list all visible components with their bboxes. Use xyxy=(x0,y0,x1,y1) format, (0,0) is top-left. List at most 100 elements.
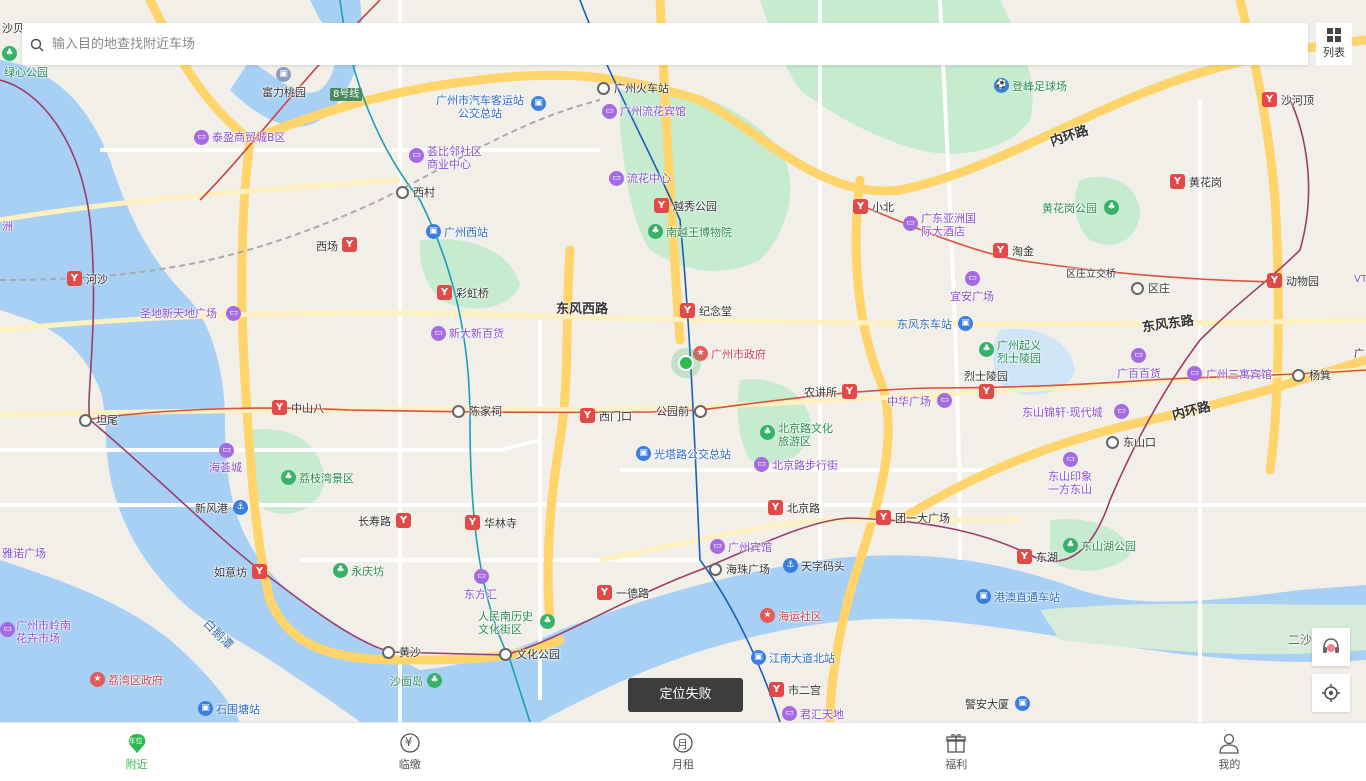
station-lieshilingyuan[interactable]: 烈士陵园 xyxy=(964,370,1008,383)
bus-station-icon[interactable]: ▣ xyxy=(531,96,546,111)
poi-liuhua-zhongxin[interactable]: 流花中心 xyxy=(627,172,671,185)
station-tanwei[interactable]: 坦尾 xyxy=(96,414,118,427)
tab-profile[interactable]: 我的 xyxy=(1093,723,1366,781)
poi-shamian[interactable]: 沙面岛 xyxy=(390,675,423,688)
metro-station-icon[interactable]: Y xyxy=(252,564,267,579)
metro-station-icon[interactable]: Y xyxy=(979,384,994,399)
train-station-icon[interactable]: ▣ xyxy=(426,224,441,239)
station-gongyuanqian[interactable]: 公园前 xyxy=(656,405,689,418)
metro-station-icon[interactable]: Y xyxy=(67,271,82,286)
poi-fuli-taoyuan[interactable]: 富力桃园 xyxy=(262,86,306,99)
poi-taiying[interactable]: 泰盈商贸城B区 xyxy=(212,131,286,144)
shopping-icon[interactable]: ▭ xyxy=(219,443,234,458)
metro-station-icon[interactable]: Y xyxy=(876,510,891,525)
shopping-icon[interactable]: ▭ xyxy=(1114,404,1129,419)
locate-button[interactable] xyxy=(1312,674,1350,712)
station-yangji[interactable]: 杨箕 xyxy=(1309,369,1331,382)
station-quzhuang[interactable]: 区庄 xyxy=(1148,282,1170,295)
metro-station-icon[interactable]: Y xyxy=(597,585,612,600)
transfer-station-icon[interactable] xyxy=(597,82,610,95)
poi-yian-guangchang[interactable]: 宜安广场 xyxy=(950,290,994,303)
metro-station-icon[interactable]: Y xyxy=(993,243,1008,258)
park-icon[interactable]: ♣ xyxy=(1104,200,1119,215)
transfer-station-icon[interactable] xyxy=(1131,282,1144,295)
transfer-station-icon[interactable] xyxy=(1292,369,1305,382)
hotel-icon[interactable]: ▭ xyxy=(1187,366,1202,381)
poi-liwan-zhengfu[interactable]: 荔湾区政府 xyxy=(108,674,163,687)
poi-huibilin[interactable]: 荟比邻社区商业中心 xyxy=(427,145,487,171)
poi-sanyu-binguan[interactable]: 广州三寓宾馆 xyxy=(1206,368,1272,381)
park-icon[interactable]: ♣ xyxy=(540,614,555,629)
search-input[interactable] xyxy=(50,35,1254,53)
station-guangzhou-huochezhan[interactable]: 广州火车站 xyxy=(614,82,669,95)
building-icon[interactable]: ▣ xyxy=(1015,696,1030,711)
bus-station-icon[interactable]: ▣ xyxy=(636,446,651,461)
metro-station-icon[interactable]: Y xyxy=(1170,174,1185,189)
poi-qiche-keyunzhan[interactable]: 广州市汽车客运站公交总站 xyxy=(432,94,528,120)
station-hualinsi[interactable]: 华林寺 xyxy=(484,517,517,530)
poi-zhonghua-guangchang[interactable]: 中华广场 xyxy=(887,395,931,408)
poi-guangzhou-binguan[interactable]: 广州宾馆 xyxy=(728,541,772,554)
poi-xinfenggang[interactable]: 新风港 xyxy=(195,502,228,515)
hotel-icon[interactable]: ▭ xyxy=(903,216,918,231)
poi-xindaxin[interactable]: 新大新百货 xyxy=(449,327,504,340)
transfer-station-icon[interactable] xyxy=(452,405,465,418)
bus-station-icon[interactable]: ▣ xyxy=(958,316,973,331)
poi-guangbai[interactable]: 广百百货 xyxy=(1117,367,1161,380)
metro-station-icon[interactable]: Y xyxy=(842,384,857,399)
list-view-button[interactable]: 列表 xyxy=(1316,23,1352,65)
government-icon[interactable]: ★ xyxy=(90,672,105,687)
ferry-icon[interactable]: ⚓ xyxy=(233,500,248,515)
metro-station-icon[interactable]: Y xyxy=(853,199,868,214)
station-xicun[interactable]: 西村 xyxy=(413,186,435,199)
poi-guangtalu[interactable]: 光塔路公交总站 xyxy=(654,448,731,461)
community-icon[interactable]: ★ xyxy=(760,608,775,623)
shopping-icon[interactable]: ▭ xyxy=(474,569,489,584)
tab-benefits[interactable]: 福利 xyxy=(820,723,1093,781)
poi-liuhua-binguan[interactable]: 广州流花宾馆 xyxy=(620,105,686,118)
metro-station-icon[interactable]: Y xyxy=(580,408,595,423)
poi-shengdi[interactable]: 圣地新天地广场 xyxy=(140,307,217,320)
park-icon[interactable]: ♣ xyxy=(760,425,775,440)
shopping-icon[interactable]: ▭ xyxy=(754,457,769,472)
station-nongjiangsuo[interactable]: 农讲所 xyxy=(804,386,837,399)
station-donghu[interactable]: 东湖 xyxy=(1036,551,1058,564)
station-yuexiu-gongyuan[interactable]: 越秀公园 xyxy=(673,200,717,213)
station-shiergong[interactable]: 市二宫 xyxy=(788,684,821,697)
station-taojin[interactable]: 淘金 xyxy=(1012,245,1034,258)
transfer-station-icon[interactable] xyxy=(382,646,395,659)
poi-jingan-dasha[interactable]: 警安大厦 xyxy=(965,698,1009,711)
shopping-icon[interactable]: ▭ xyxy=(937,393,952,408)
poi-huanghuagang-gongyuan[interactable]: 黄花岗公园 xyxy=(1042,202,1097,215)
shopping-icon[interactable]: ▭ xyxy=(1131,348,1146,363)
station-hesha[interactable]: 河沙 xyxy=(86,273,108,286)
poi-qiyi-lieshi[interactable]: 广州起义烈士陵园 xyxy=(997,339,1049,365)
poi-huahui-shichang[interactable]: 广州市岭南花卉市场 xyxy=(16,619,80,645)
metro-station-icon[interactable]: Y xyxy=(654,198,669,213)
poi-dongshan-jinxuan[interactable]: 东山锦轩·现代城 xyxy=(1022,406,1103,419)
poi-yongqingfang[interactable]: 永庆坊 xyxy=(351,565,384,578)
park-icon[interactable]: ♣ xyxy=(979,342,994,357)
transfer-station-icon[interactable] xyxy=(1106,436,1119,449)
shopping-icon[interactable]: ▭ xyxy=(431,326,446,341)
poi-yazhou-dajiudian[interactable]: 广东亚洲国际大酒店 xyxy=(921,212,981,238)
poi-renminnan[interactable]: 人民南历史文化街区 xyxy=(478,610,538,636)
transfer-station-icon[interactable] xyxy=(79,414,92,427)
poi-lvxin-gongyuan[interactable]: 绿心公园 xyxy=(4,66,48,79)
search-bar[interactable] xyxy=(22,23,1308,65)
poi-guangzhou-xizhan[interactable]: 广州西站 xyxy=(444,226,488,239)
shopping-icon[interactable]: ▭ xyxy=(409,148,424,163)
poi-dongshan-yinxiang[interactable]: 东山印象一方东山 xyxy=(1048,470,1100,496)
park-icon[interactable]: ♣ xyxy=(333,563,348,578)
shopping-icon[interactable]: ▭ xyxy=(0,622,15,637)
poi-shiweitang[interactable]: 石围塘站 xyxy=(216,703,260,716)
bus-station-icon[interactable]: ▣ xyxy=(976,589,991,604)
poi-dengfeng[interactable]: 登峰足球场 xyxy=(1012,80,1067,93)
station-yidelu[interactable]: 一德路 xyxy=(616,587,649,600)
poi-dongshanhu[interactable]: 东山湖公园 xyxy=(1081,540,1136,553)
shopping-icon[interactable]: ▭ xyxy=(965,271,980,286)
station-huangsha[interactable]: 黄沙 xyxy=(399,646,421,659)
customer-service-button[interactable] xyxy=(1312,628,1350,666)
hotel-icon[interactable]: ▭ xyxy=(602,104,617,119)
station-ruyifang[interactable]: 如意坊 xyxy=(214,566,247,579)
